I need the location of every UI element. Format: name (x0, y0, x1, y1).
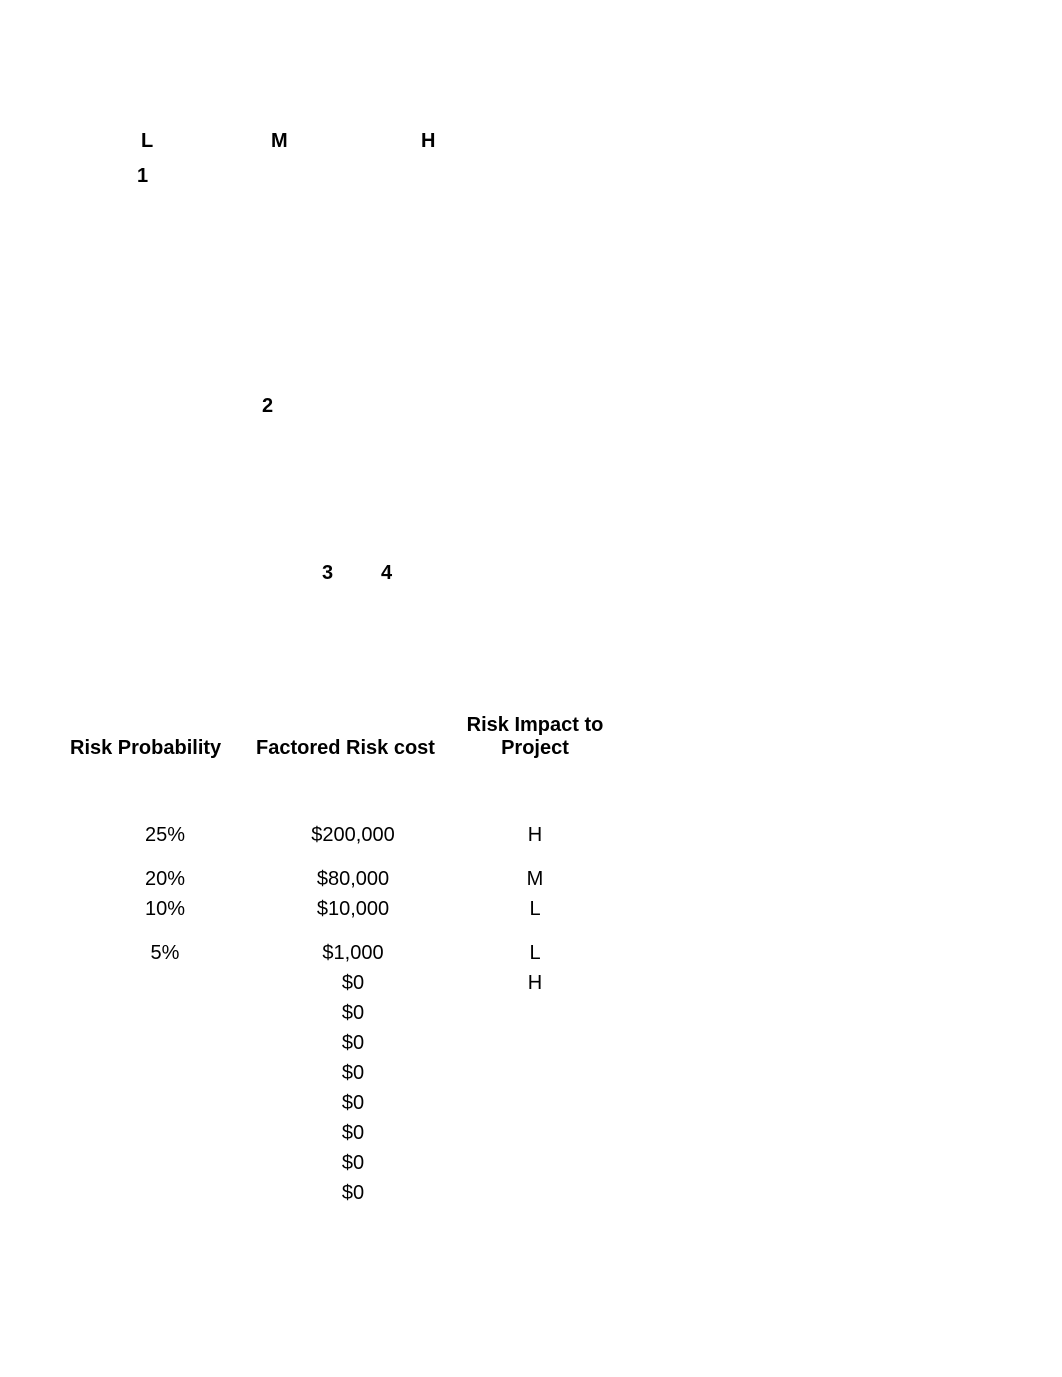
matrix-col-h: H (421, 130, 435, 153)
header-cost: Factored Risk cost (250, 737, 450, 760)
cell-probability: 25% (70, 824, 250, 847)
cell-cost: $0 (250, 1032, 450, 1055)
cell-cost: $0 (250, 1062, 450, 1085)
matrix-point-4: 4 (381, 562, 392, 585)
header-impact: Risk Impact to Project (450, 714, 620, 760)
matrix-col-m: M (271, 130, 288, 153)
table-row: $0 (70, 1058, 630, 1088)
cell-impact: H (450, 972, 620, 995)
table-row: $0 (70, 998, 630, 1028)
header-probability: Risk Probability (70, 737, 250, 760)
cell-probability: 5% (70, 942, 250, 965)
cell-probability: 10% (70, 898, 250, 921)
cell-cost: $200,000 (250, 824, 450, 847)
cell-cost: $0 (250, 1092, 450, 1115)
matrix-point-2: 2 (262, 395, 273, 418)
cell-cost: $0 (250, 1002, 450, 1025)
table-header-row: Risk Probability Factored Risk cost Risk… (70, 700, 630, 760)
cell-cost: $10,000 (250, 898, 450, 921)
risk-table: Risk Probability Factored Risk cost Risk… (70, 700, 630, 1208)
cell-cost: $80,000 (250, 868, 450, 891)
table-row: 25%$200,000H (70, 820, 630, 850)
table-row: 10%$10,000L (70, 894, 630, 924)
matrix-col-l: L (141, 130, 153, 153)
cell-impact: L (450, 942, 620, 965)
cell-probability: 20% (70, 868, 250, 891)
cell-impact: M (450, 868, 620, 891)
page: { "scatter": { "header": { "L": "L", "M"… (0, 0, 1062, 1377)
header-impact-line1: Risk Impact to (467, 714, 604, 736)
table-row: 20%$80,000M (70, 864, 630, 894)
table-row: $0 (70, 1178, 630, 1208)
cell-impact: H (450, 824, 620, 847)
cell-cost: $1,000 (250, 942, 450, 965)
matrix-point-1: 1 (137, 165, 148, 188)
matrix-point-3: 3 (322, 562, 333, 585)
cell-cost: $0 (250, 972, 450, 995)
cell-cost: $0 (250, 1182, 450, 1205)
cell-cost: $0 (250, 1152, 450, 1175)
table-body: 25%$200,000H20%$80,000M10%$10,000L5%$1,0… (70, 820, 630, 1208)
header-impact-line2: Project (501, 737, 569, 759)
cell-impact: L (450, 898, 620, 921)
cell-cost: $0 (250, 1122, 450, 1145)
table-row: $0 (70, 1028, 630, 1058)
table-row: $0 (70, 1118, 630, 1148)
table-row: $0 (70, 1088, 630, 1118)
risk-matrix: L M H 1 2 3 4 (0, 0, 600, 620)
table-row: 5%$1,000L (70, 938, 630, 968)
table-row: $0 (70, 1148, 630, 1178)
table-row: $0H (70, 968, 630, 998)
